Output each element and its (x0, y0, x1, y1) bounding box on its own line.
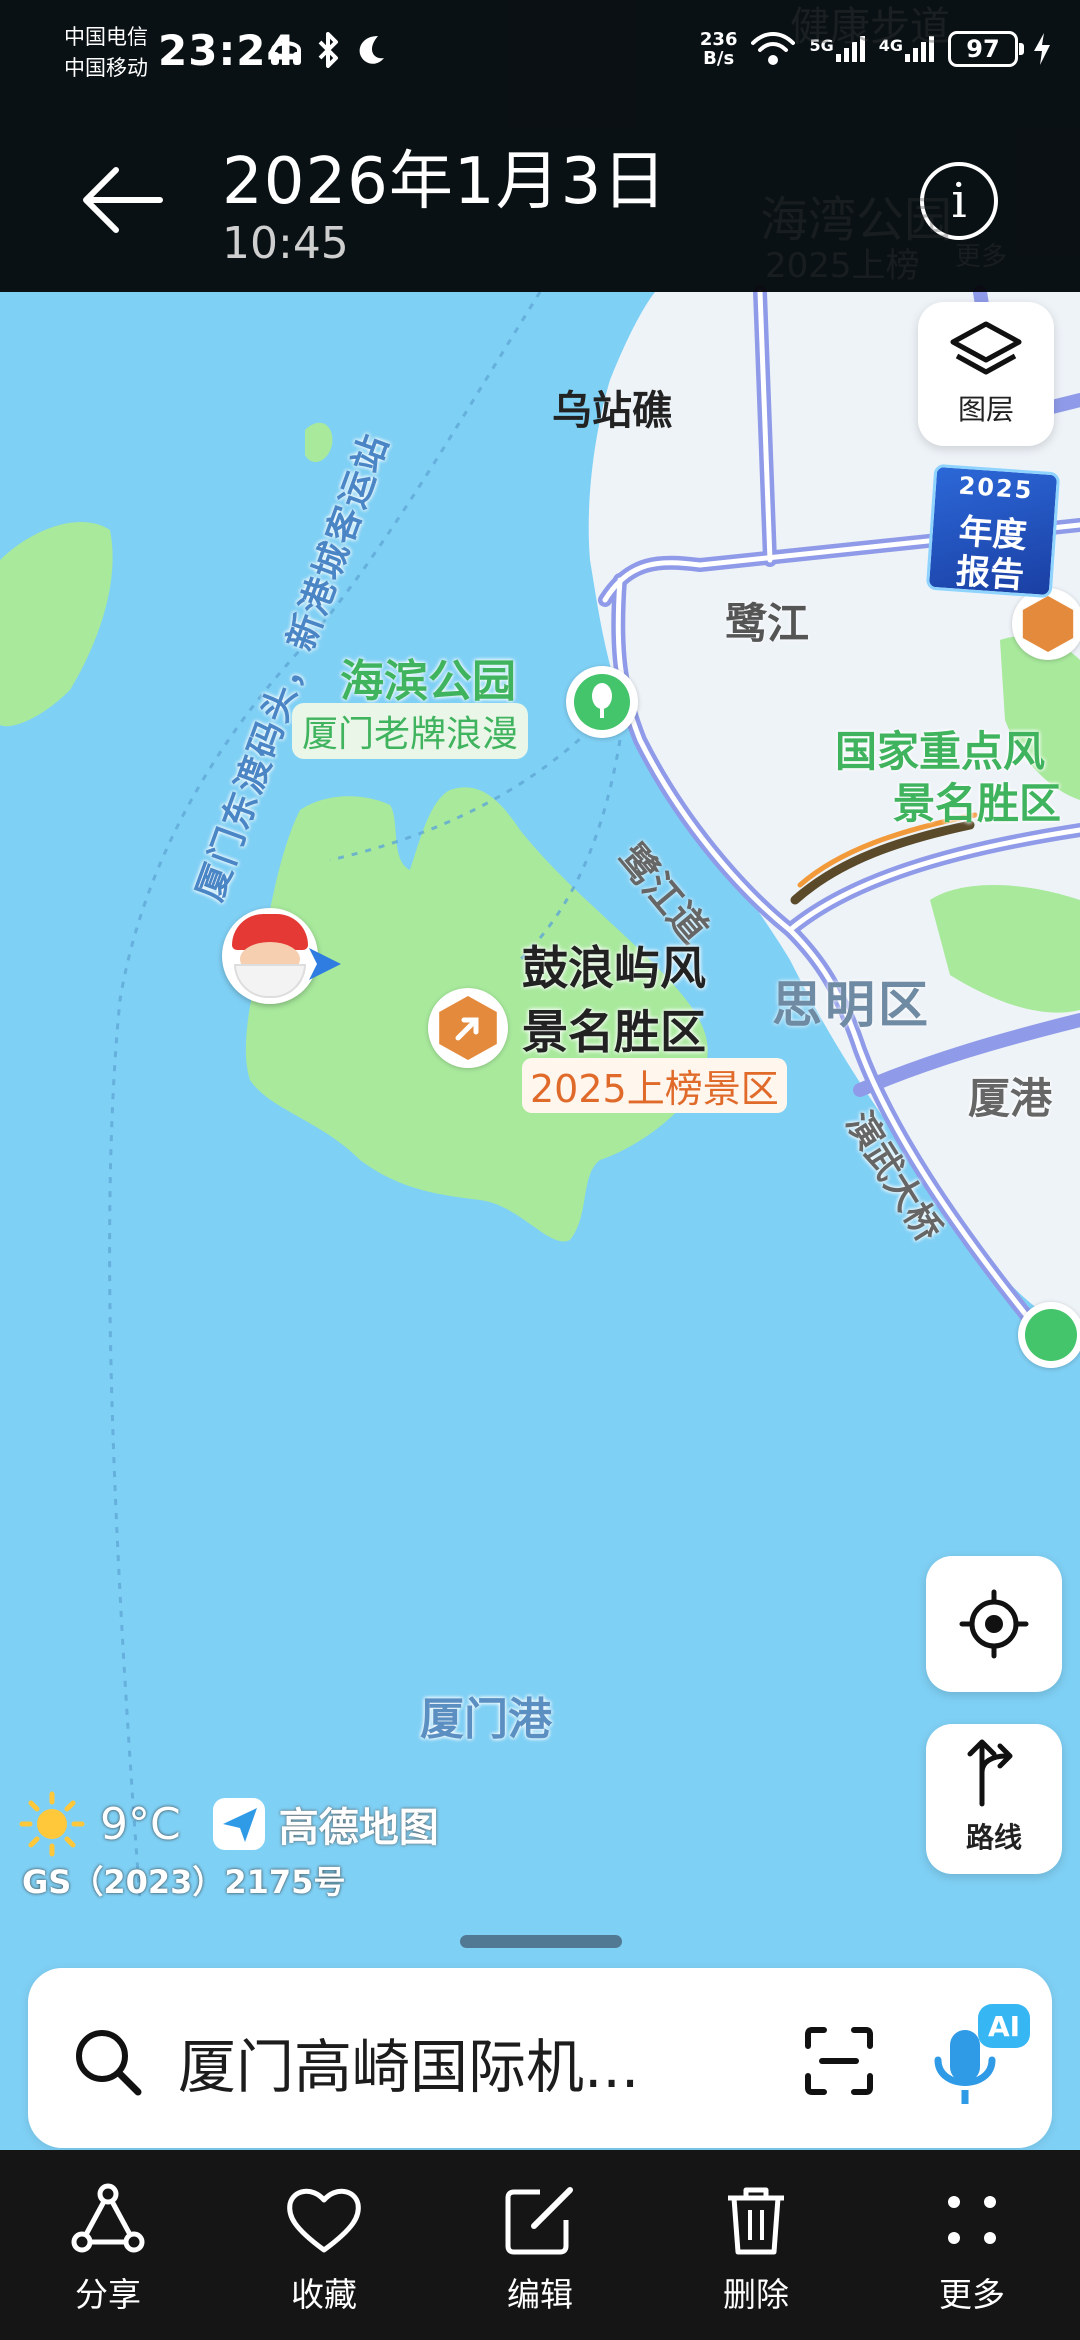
status-left-icons (268, 32, 388, 68)
nav-favorite-button[interactable]: 收藏 (234, 2182, 414, 2340)
nav-delete-label: 删除 (723, 2275, 789, 2314)
label-haibin-park: 海滨公园 (340, 656, 516, 707)
moon-icon (359, 36, 384, 64)
label-xiamen-port: 厦门港 (420, 1694, 552, 1745)
screen: 健康步道 海湾公园 2025上榜 更多 乌站礁 厦门东渡码头，新港城客运站 鹭江… (0, 0, 1080, 2340)
nav-more-button[interactable]: 更多 (882, 2182, 1062, 2340)
bottom-nav: 分享 收藏 编辑 删除 更多 (0, 2150, 1080, 2340)
headphones-icon (271, 41, 301, 65)
svg-text:AI: AI (988, 2010, 1020, 2043)
heart-icon (287, 2188, 361, 2253)
header-time: 10:45 (222, 218, 349, 269)
park-poi-icon[interactable] (566, 666, 638, 738)
sheet-handle[interactable] (460, 1935, 622, 1948)
gulangyu-badge: 2025上榜景区 (522, 1058, 787, 1113)
heading-arrow-icon (309, 948, 341, 980)
carrier-1: 中国电信 (64, 25, 148, 49)
amap-logo-icon (212, 1798, 265, 1850)
label-national-2: 景名胜区 (893, 779, 1062, 828)
search-icon (76, 2030, 142, 2096)
sun-icon (19, 1791, 85, 1857)
label-gulangyu-2: 景名胜区 (522, 1005, 706, 1059)
header-date: 2026年1月3日 (222, 145, 668, 219)
nav-edit-button[interactable]: 编辑 (450, 2182, 630, 2340)
layers-button[interactable]: 图层 (918, 302, 1054, 446)
right-park-icon[interactable] (1018, 1302, 1080, 1368)
bg-label-more: 更多 (955, 242, 1008, 272)
charging-icon (1034, 33, 1050, 65)
user-location-avatar[interactable] (222, 908, 318, 1004)
layers-icon (950, 321, 1022, 375)
route-label: 路线 (965, 1821, 1022, 1854)
trash-icon (728, 2187, 784, 2255)
route-icon (967, 1739, 1013, 1807)
locate-icon (959, 1589, 1029, 1659)
nav-delete-button[interactable]: 删除 (666, 2182, 846, 2340)
locate-button[interactable] (926, 1556, 1062, 1692)
more-icon (948, 2196, 996, 2244)
label-wuzhanjiao: 乌站礁 (552, 388, 672, 434)
label-haibin-sub: 厦门老牌浪漫 (292, 703, 529, 759)
ai-mic-icon: AI (934, 2004, 1030, 2104)
label-siming: 思明区 (772, 976, 931, 1034)
label-xiagang: 厦港 (968, 1074, 1053, 1123)
weather-brand-row: 9°C 高德地图 (18, 1790, 439, 1858)
search-input[interactable]: 厦门高崎国际机... (178, 2020, 639, 2104)
carrier-2: 中国移动 (64, 56, 148, 80)
bg-label-health-path: 健康步道 (790, 4, 950, 50)
scan-icon[interactable] (804, 2026, 874, 2096)
annual-report-line2: 报告 (954, 551, 1026, 597)
annual-report-badge[interactable]: 2025 年度 报告 (925, 463, 1061, 599)
amap-brand: 高德地图 (278, 1805, 439, 1851)
nav-share-label: 分享 (75, 2275, 141, 2314)
layers-label: 图层 (957, 393, 1014, 426)
route-button[interactable]: 路线 (926, 1724, 1062, 1874)
nav-share-button[interactable]: 分享 (18, 2182, 198, 2340)
nav-edit-label: 编辑 (507, 2275, 573, 2314)
weather-temp: 9°C (100, 1798, 181, 1850)
edit-icon (505, 2187, 573, 2255)
wifi-icon (751, 32, 796, 65)
bluetooth-icon (318, 32, 338, 68)
label-lujiang: 鹭江 (725, 599, 810, 648)
share-icon (71, 2183, 145, 2253)
gulangyu-poi-icon[interactable] (428, 988, 508, 1068)
nav-favorite-label: 收藏 (291, 2275, 357, 2314)
net-speed-value: 236 (699, 29, 738, 50)
back-arrow-icon[interactable] (80, 160, 166, 240)
info-icon: i (951, 173, 967, 229)
search-bar[interactable]: 厦门高崎国际机... AI (28, 1968, 1052, 2148)
ai-voice-button[interactable]: AI (928, 2004, 1036, 2114)
map-license: GS（2023）2175号 (22, 1863, 346, 1901)
bg-label-2025: 2025上榜 (765, 246, 920, 286)
net-speed-unit: B/s (703, 48, 735, 69)
nav-more-label: 更多 (939, 2275, 1005, 2314)
battery-indicator: 97 (948, 31, 1024, 67)
net-speed: 236 B/s (700, 30, 738, 68)
carriers: 中国电信 中国移动 (64, 22, 148, 84)
label-gulangyu-1: 鼓浪屿风 (522, 941, 706, 995)
